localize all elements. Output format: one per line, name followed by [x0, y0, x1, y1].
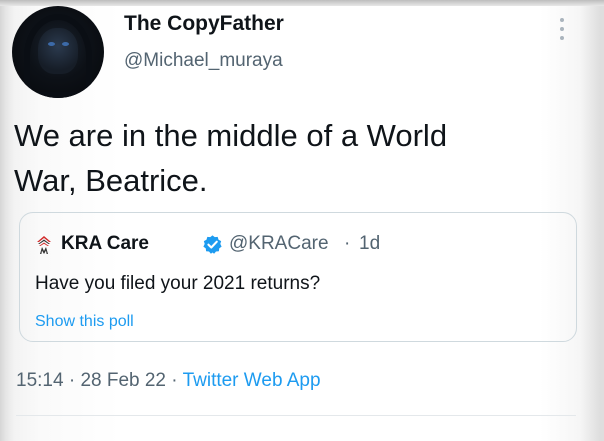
source-app-link[interactable]: Twitter Web App — [183, 370, 321, 391]
kra-logo-icon — [37, 236, 51, 254]
quoted-author-handle[interactable]: @KRACare — [229, 233, 329, 255]
more-dot — [560, 27, 564, 31]
avatar[interactable] — [12, 6, 104, 98]
quoted-tweet[interactable]: KRA Care @KRACare · 1d Have you filed yo… — [19, 212, 577, 342]
tweet-screenshot: The CopyFather @Michael_muraya We are in… — [0, 0, 604, 441]
quoted-age[interactable]: 1d — [359, 233, 380, 255]
divider — [16, 415, 576, 416]
avatar-eye-left — [48, 42, 55, 46]
tweet-text-line: War, Beatrice. — [14, 163, 208, 198]
author-name[interactable]: The CopyFather — [124, 12, 284, 36]
quoted-tweet-text: Have you filed your 2021 returns? — [35, 273, 321, 294]
show-poll-link[interactable]: Show this poll — [35, 313, 134, 331]
author-handle[interactable]: @Michael_muraya — [124, 50, 283, 72]
more-dot — [560, 36, 564, 40]
tweet-metadata: 15:14 · 28 Feb 22 · Twitter Web App — [16, 370, 321, 392]
avatar-eye-right — [62, 42, 69, 46]
tweet-card[interactable]: The CopyFather @Michael_muraya We are in… — [0, 0, 604, 441]
meta-separator: · — [68, 370, 76, 391]
tweet-date[interactable]: 28 Feb 22 — [80, 370, 166, 391]
quoted-author-name[interactable]: KRA Care — [61, 233, 149, 255]
tweet-text: We are in the middle of a World War, Bea… — [14, 113, 574, 203]
avatar-face — [38, 28, 78, 74]
more-vertical-icon[interactable] — [558, 18, 566, 44]
tweet-time[interactable]: 15:14 — [16, 370, 64, 391]
tweet-text-line: We are in the middle of a World — [14, 118, 448, 153]
verified-badge-icon — [203, 235, 222, 254]
meta-separator: · — [171, 370, 178, 391]
more-dot — [560, 18, 564, 22]
quoted-separator: · — [344, 233, 351, 254]
